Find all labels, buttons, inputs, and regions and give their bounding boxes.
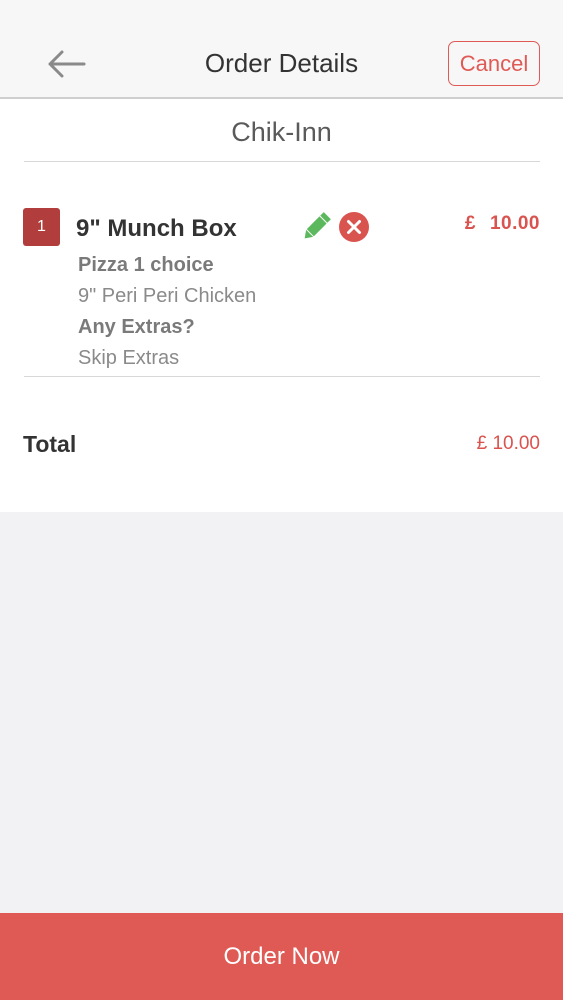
remove-item-button[interactable] bbox=[338, 211, 370, 243]
quantity-badge: 1 bbox=[23, 208, 60, 246]
pencil-icon bbox=[304, 212, 331, 239]
total-value: £ 10.00 bbox=[476, 433, 540, 454]
item-price: £10.00 bbox=[465, 213, 540, 235]
cancel-button[interactable]: Cancel bbox=[448, 41, 540, 86]
total-label: Total bbox=[23, 431, 77, 457]
restaurant-name: Chik-Inn bbox=[231, 117, 332, 147]
item-name: 9" Munch Box bbox=[76, 215, 237, 242]
order-summary: Chik-Inn 1 9" Munch Box £10.00 Pizza 1 c… bbox=[0, 99, 563, 512]
edit-item-button[interactable] bbox=[298, 209, 334, 245]
option-label: Pizza 1 choice bbox=[78, 254, 214, 276]
option-label: Any Extras? bbox=[78, 316, 195, 338]
close-circle-icon bbox=[339, 212, 369, 242]
divider bbox=[24, 376, 540, 377]
option-value: Skip Extras bbox=[78, 347, 180, 369]
nav-bar: Order Details Cancel bbox=[0, 0, 563, 99]
currency-symbol: £ bbox=[464, 213, 476, 234]
divider bbox=[24, 161, 540, 162]
price-value: 10.00 bbox=[489, 213, 540, 234]
option-value: 9" Peri Peri Chicken bbox=[78, 285, 257, 307]
order-now-button[interactable]: Order Now bbox=[0, 913, 563, 1000]
